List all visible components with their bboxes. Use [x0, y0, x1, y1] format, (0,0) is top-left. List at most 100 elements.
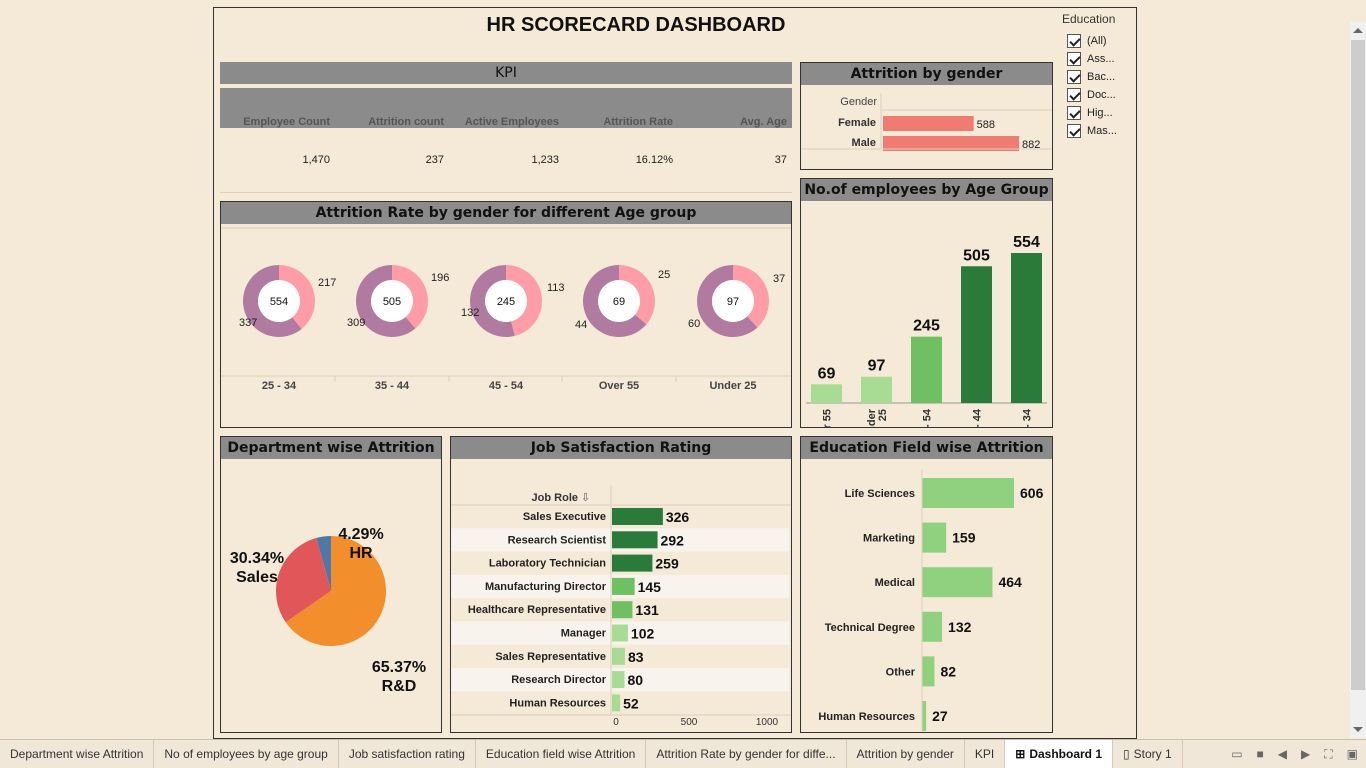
prev-sheet-icon[interactable]: ◀: [1278, 747, 1287, 761]
sheet-tab[interactable]: No of employees by age group: [154, 740, 339, 768]
sheet-tab[interactable]: Department wise Attrition: [0, 740, 155, 768]
donut-value: 37: [773, 273, 785, 285]
filter-title: Education: [1062, 12, 1116, 26]
jobsat-bar: [612, 671, 625, 689]
jobsat-chart: Job Role ⇩ Sales Executive 326 Research Scie…: [451, 485, 791, 746]
jobsat-value: 102: [631, 626, 655, 642]
kpi-value: 16.12%: [635, 154, 673, 166]
agegroup-label: 25: [877, 409, 889, 421]
agegroup-value: 245: [913, 318, 940, 335]
filter-option-label: Bac...: [1087, 71, 1116, 83]
education-label: Human Resources: [818, 711, 915, 723]
jobsat-bar: [612, 577, 635, 595]
filter-option[interactable]: Bac...: [1062, 68, 1117, 86]
next-sheet-icon[interactable]: ▶: [1301, 747, 1310, 761]
agegroup-panel-title: No.of employees by Age Group: [801, 179, 1052, 201]
education-value: 82: [940, 663, 956, 679]
agegroup-label: 45 - 54: [922, 408, 934, 427]
department-pct: 30.34%: [230, 550, 284, 567]
sheet-tab-label: Attrition by gender: [856, 747, 954, 761]
sheet-tab[interactable]: Job satisfaction rating: [339, 740, 476, 768]
jobsat-label: Healthcare Representative: [468, 604, 606, 616]
jobsat-row-header: Job Role: [532, 492, 578, 504]
gender-chart: GenderFemale 588Male 882: [801, 93, 1052, 151]
jobsat-value: 292: [661, 532, 685, 548]
filter-option[interactable]: Ass...: [1062, 50, 1117, 68]
education-bar: [922, 656, 935, 687]
jobsat-panel-title: Job Satisfaction Rating: [451, 437, 791, 459]
filter-option[interactable]: Mas...: [1062, 122, 1117, 140]
education-value: 159: [952, 530, 976, 546]
donut-category-label: 25 - 34: [262, 380, 297, 392]
filter-option[interactable]: (All): [1062, 32, 1117, 50]
sheet-tab-label: KPI: [974, 747, 995, 761]
sheet-tab[interactable]: Attrition Rate by gender for diffe...: [646, 740, 847, 768]
jobsat-value: 131: [635, 602, 659, 618]
filter-option[interactable]: Doc...: [1062, 86, 1117, 104]
donut-chart: 554 337 217 25 - 34 505 309 196 35 - 44 245 132 11…: [221, 227, 791, 392]
sheet-tab[interactable]: ⊞ Dashboard 1: [1005, 740, 1114, 768]
education-label: Other: [886, 666, 916, 678]
education-panel: Education Field wise Attrition Life Scie…: [800, 436, 1053, 743]
jobsat-bar: [612, 694, 621, 712]
presentation-icon[interactable]: ▣: [1347, 747, 1358, 761]
education-value: 464: [998, 574, 1022, 590]
grid-view-icon[interactable]: ▭: [1231, 747, 1242, 761]
department-panel-title: Department wise Attrition: [221, 437, 441, 459]
donut-value: 44: [575, 319, 587, 331]
dashboard-icon: ⊞: [1015, 747, 1026, 761]
scrollbar-thumb[interactable]: [1351, 40, 1365, 690]
kpi-value: 237: [425, 154, 444, 166]
sheet-tab[interactable]: Education field wise Attrition: [476, 740, 647, 768]
jobsat-bar: [612, 531, 658, 549]
jobsat-bar: [612, 624, 628, 642]
donut-panel: Attrition Rate by gender for different A…: [220, 201, 792, 428]
education-value: 132: [948, 619, 972, 635]
filter-option[interactable]: Hig...: [1062, 104, 1117, 122]
agegroup-bar: [961, 266, 992, 403]
agegroup-bar: [861, 376, 892, 403]
jobsat-label: Research Scientist: [508, 534, 607, 546]
donut-total: 505: [383, 296, 401, 308]
education-value: 606: [1020, 485, 1044, 501]
agegroup-chart: 69Over 5597Under2524545 - 5450535 - 4455…: [806, 234, 1047, 449]
sheet-tab-label: Story 1: [1133, 747, 1172, 761]
agegroup-value: 97: [868, 358, 886, 375]
checkbox-checked-icon[interactable]: [1067, 124, 1081, 138]
sheet-tab-label: Attrition Rate by gender for diffe...: [656, 747, 836, 761]
fit-screen-icon[interactable]: ⛶: [1324, 747, 1332, 762]
department-pct: 4.29%: [338, 526, 383, 543]
jobsat-label: Sales Executive: [523, 511, 606, 523]
gender-label: Female: [838, 117, 876, 129]
kpi-divider: [220, 192, 792, 193]
filter-option-label: (All): [1087, 35, 1107, 47]
sheet-tab[interactable]: ▯ Story 1: [1113, 740, 1183, 768]
scroll-down-icon[interactable]: [1353, 727, 1363, 732]
sheet-tab-label: No of employees by age group: [164, 747, 328, 761]
education-bar: [922, 611, 943, 642]
checkbox-checked-icon[interactable]: [1067, 106, 1081, 120]
department-name: Sales: [236, 569, 278, 586]
jobsat-label: Manufacturing Director: [485, 581, 607, 593]
sheet-tab[interactable]: Attrition by gender: [847, 740, 965, 768]
gender-panel: Attrition by gender Gender Female 588 Male 8…: [800, 62, 1053, 170]
checkbox-checked-icon[interactable]: [1067, 88, 1081, 102]
checkbox-checked-icon[interactable]: [1067, 52, 1081, 66]
sheet-tab[interactable]: KPI: [965, 740, 1006, 768]
donut-panel-title: Attrition Rate by gender for different A…: [221, 202, 791, 224]
education-label: Marketing: [863, 533, 915, 545]
story-icon: ▯: [1123, 747, 1130, 761]
checkbox-checked-icon[interactable]: [1067, 70, 1081, 84]
filter-option-label: Mas...: [1087, 125, 1117, 137]
kpi-value: 1,233: [531, 154, 559, 166]
kpi-column-header: Employee Count: [243, 116, 330, 128]
jobsat-label: Sales Representative: [495, 651, 606, 663]
filmstrip-icon[interactable]: ■: [1257, 747, 1264, 761]
checkbox-checked-icon[interactable]: [1067, 34, 1081, 48]
jobsat-tick-label: 500: [681, 717, 698, 728]
donut-category-label: 35 - 44: [375, 380, 410, 392]
agegroup-label: 35 - 44: [972, 408, 984, 427]
scroll-up-icon[interactable]: [1353, 28, 1363, 33]
department-pct: 65.37%: [372, 659, 426, 676]
education-value: 27: [932, 708, 948, 724]
